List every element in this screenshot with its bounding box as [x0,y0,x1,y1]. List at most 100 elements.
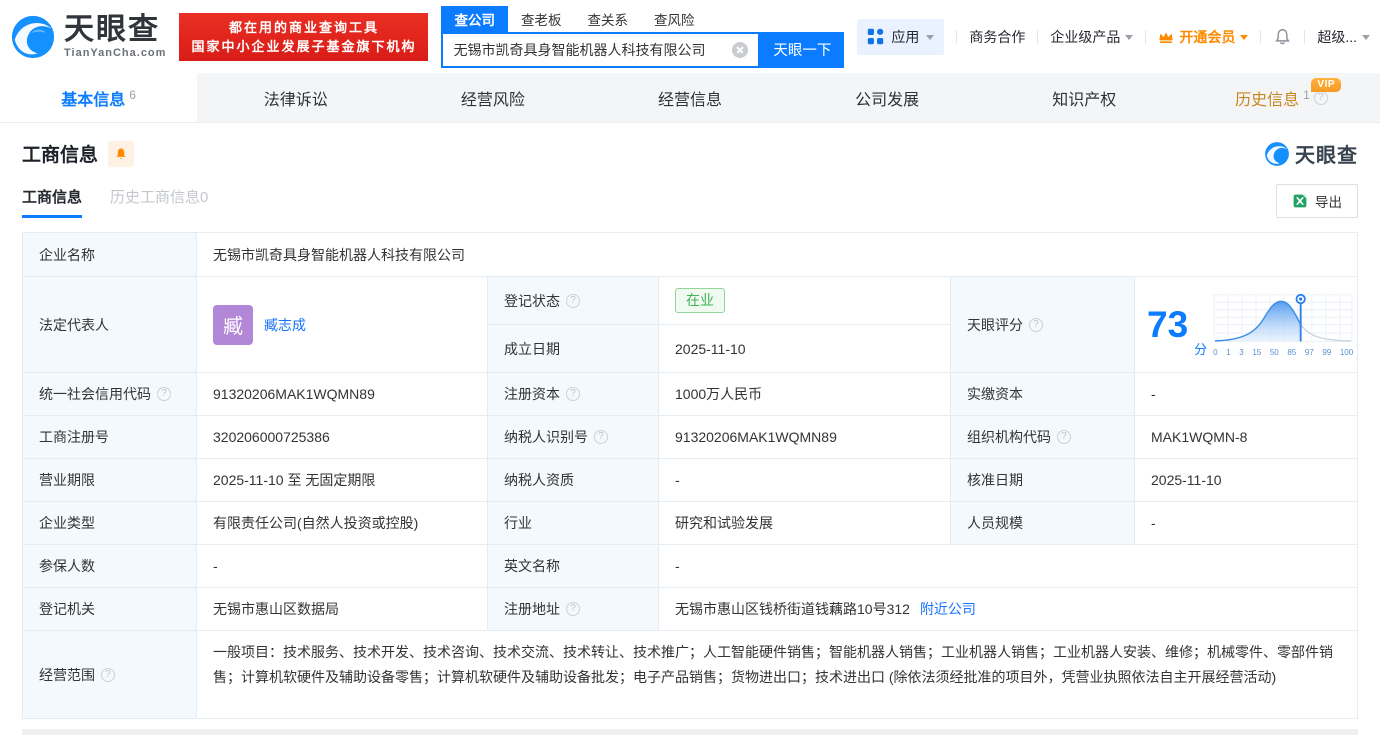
field-label: 组织机构代码 [951,416,1135,459]
tab-intellectual-property[interactable]: 知识产权 [986,73,1183,122]
promo-banner-line1: 都在用的商业查询工具 [228,19,379,35]
field-label: 营业期限 [23,459,197,502]
tab-basic-info[interactable]: 基本信息 6 [0,73,198,122]
notification-bell-icon[interactable] [1273,27,1292,46]
field-label: 行业 [488,502,659,545]
chevron-down-icon [926,35,935,40]
subtab-history-business-info[interactable]: 历史工商信息0 [110,186,208,218]
search-box: 查公司 查老板 查关系 查风险 天眼一下 [441,5,845,68]
field-label: 企业名称 [23,233,197,277]
grid-icon [868,28,884,45]
apps-menu[interactable]: 应用 [857,18,945,55]
logo-title: 天眼查 [64,12,160,46]
english-name-value: - [659,545,1358,588]
search-tab-boss[interactable]: 查老板 [508,6,575,32]
field-label: 登记机关 [23,588,197,631]
tab-count: 1 [1303,87,1310,102]
nav-business-cooperation[interactable]: 商务合作 [969,27,1025,47]
legal-rep-cell: 臧 臧志成 [197,277,488,373]
credit-code-value: 91320206MAK1WQMN89 [197,373,488,416]
field-label: 纳税人识别号 [488,416,659,459]
nav-enterprise-product[interactable]: 企业级产品 [1050,27,1134,47]
field-label: 英文名称 [488,545,659,588]
field-label: 注册地址 [488,588,659,631]
table-row: 参保人数 - 英文名称 - [23,545,1358,588]
table-row: 企业类型 有限责任公司(自然人投资或控股) 行业 研究和试验发展 人员规模 - [23,502,1358,545]
score-unit: 分 [1194,342,1208,357]
export-button[interactable]: 导出 [1276,184,1358,218]
score-distribution-chart: 0 1 3 15 50 85 97 99 100 [1213,293,1353,357]
field-label: 法定代表人 [23,277,197,373]
taxpayer-id-value: 91320206MAK1WQMN89 [659,416,951,459]
promo-banner-line2: 国家中小企业发展子基金旗下机构 [191,38,417,54]
promo-banner: 都在用的商业查询工具 国家中小企业发展子基金旗下机构 [179,12,429,61]
nav-account[interactable]: 超级... [1317,27,1370,47]
industry-value: 研究和试验发展 [659,502,951,545]
field-label: 经营范围 [23,631,197,719]
excel-icon [1293,194,1307,208]
paid-capital-value: - [1135,373,1358,416]
field-label: 登记状态 [488,277,659,325]
tab-operation-info[interactable]: 经营信息 [591,73,788,122]
table-row: 统一社会信用代码 91320206MAK1WQMN89 注册资本 1000万人民… [23,373,1358,416]
help-icon[interactable] [566,293,580,308]
tab-history-info[interactable]: VIP 历史信息 1 [1183,73,1380,122]
search-input[interactable] [443,41,733,58]
tianyan-score-cell: 73 分 0 1 3 15 50 85 97 99 100 [1135,277,1358,373]
nearby-companies-link[interactable]: 附近公司 [920,599,976,619]
help-icon[interactable] [101,667,115,682]
field-label: 成立日期 [488,325,659,373]
watermark-text: 天眼查 [1295,145,1358,167]
search-tabs: 查公司 查老板 查关系 查风险 [441,5,844,32]
table-row: 法定代表人 臧 臧志成 登记状态 在业 成立日期 2025-11-10 天眼评分… [23,277,1358,373]
search-tab-relation[interactable]: 查关系 [574,6,641,32]
table-row: 经营范围 一般项目：技术服务、技术开发、技术咨询、技术交流、技术转让、技术推广；… [23,631,1358,719]
field-label: 纳税人资质 [488,459,659,502]
monitor-button[interactable] [108,140,135,167]
approval-date-value: 2025-11-10 [1135,459,1358,502]
field-label: 参保人数 [23,545,197,588]
help-icon[interactable] [1313,90,1328,105]
clear-icon[interactable] [732,41,749,58]
tab-operation-risk[interactable]: 经营风险 [394,73,591,122]
main-content: 工商信息 天眼查 工商信息 历史工商信息0 导出 企业名称 无锡市凯奇具身智能机… [0,123,1380,735]
nav-open-vip[interactable]: 开通会员 [1158,27,1249,47]
tab-legal-lawsuit[interactable]: 法律诉讼 [197,73,394,122]
top-header: 天眼查 TianYanCha.com 都在用的商业查询工具 国家中小企业发展子基… [0,0,1380,73]
subtab-business-info[interactable]: 工商信息 [22,186,83,218]
help-icon[interactable] [594,430,608,444]
company-type-value: 有限责任公司(自然人投资或控股) [197,502,488,545]
search-tab-risk[interactable]: 查风险 [641,6,708,32]
tab-count: 6 [129,87,136,102]
help-icon[interactable] [1057,430,1071,444]
status-badge: 在业 [675,288,725,313]
section-header: 工商信息 天眼查 [22,139,1358,168]
help-icon[interactable] [157,387,171,401]
registered-address-value: 无锡市惠山区钱桥街道钱藕路10号312 [675,601,910,617]
score-axis-ticks: 0 1 3 15 50 85 97 99 100 [1213,347,1354,357]
avatar[interactable]: 臧 [213,304,253,345]
help-icon[interactable] [1029,317,1043,332]
footer-divider [22,729,1358,735]
legal-rep-link[interactable]: 臧志成 [264,315,306,335]
table-row: 企业名称 无锡市凯奇具身智能机器人科技有限公司 [23,233,1358,277]
field-label: 核准日期 [951,459,1135,502]
taxpayer-qualification-value: - [659,459,951,502]
tab-company-development[interactable]: 公司发展 [789,73,986,122]
search-button[interactable]: 天眼一下 [760,31,845,68]
table-row: 营业期限 2025-11-10 至 无固定期限 纳税人资质 - 核准日期 202… [23,459,1358,502]
search-tab-company[interactable]: 查公司 [441,5,508,32]
help-icon[interactable] [566,387,580,401]
tianyancha-logo-icon [11,15,55,58]
help-icon[interactable] [566,602,580,616]
chevron-down-icon [1125,35,1134,40]
business-scope-value: 一般项目：技术服务、技术开发、技术咨询、技术交流、技术转让、技术推广；人工智能硬… [197,631,1358,719]
vip-badge: VIP [1311,78,1342,92]
tianyancha-logo[interactable]: 天眼查 TianYanCha.com [10,14,166,60]
monitor-bell-icon [116,147,126,159]
chevron-down-icon [1240,35,1249,40]
staff-size-value: - [1135,502,1358,545]
table-row: 工商注册号 320206000725386 纳税人识别号 91320206MAK… [23,416,1358,459]
establish-date-value: 2025-11-10 [659,325,951,373]
field-label: 注册资本 [488,373,659,416]
